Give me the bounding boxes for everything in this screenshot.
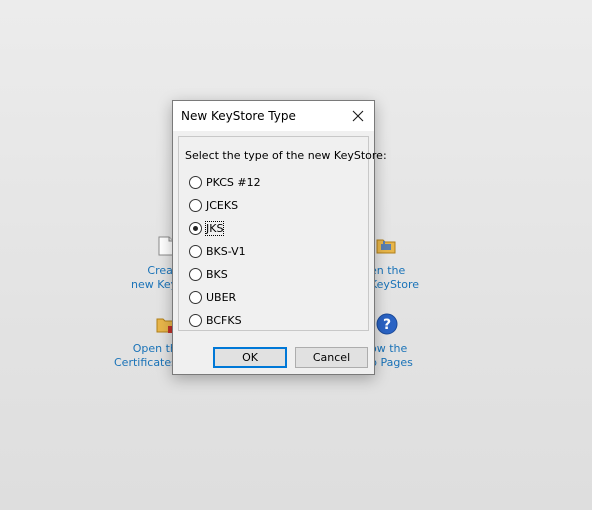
radio-button-selected[interactable] (189, 222, 202, 235)
show-help-link-line1: ow the (370, 342, 408, 355)
radio-label: UBER (206, 291, 237, 304)
create-keystore-link[interactable]: Creat new Key (131, 264, 177, 292)
radio-button[interactable] (189, 314, 202, 327)
radio-label: BKS-V1 (206, 245, 246, 258)
keystore-type-group: Select the type of the new KeyStore: PKC… (178, 136, 387, 332)
radio-label: BCFKS (206, 314, 242, 327)
dialog-titlebar[interactable]: New KeyStore Type (173, 101, 374, 131)
radio-option-bks-v1[interactable]: BKS-V1 (189, 240, 261, 263)
create-keystore-link-line2: new Key (131, 278, 178, 291)
show-help-link-line2: p Pages (370, 356, 413, 369)
radio-option-jceks[interactable]: JCEKS (189, 194, 261, 217)
radio-button[interactable] (189, 291, 202, 304)
open-certificates-link[interactable]: Open th Certificates (114, 342, 177, 370)
radio-option-bcfks[interactable]: BCFKS (189, 309, 261, 332)
radio-button[interactable] (189, 199, 202, 212)
svg-text:?: ? (383, 317, 391, 333)
help-icon[interactable]: ? (376, 313, 398, 335)
close-icon (352, 110, 364, 122)
dialog-title: New KeyStore Type (181, 109, 296, 123)
create-keystore-link-line1: Creat (147, 264, 178, 277)
radio-button[interactable] (189, 176, 202, 189)
close-button[interactable] (342, 101, 374, 131)
radio-label: BKS (206, 268, 228, 281)
radio-button[interactable] (189, 268, 202, 281)
radio-option-uber[interactable]: UBER (189, 286, 261, 309)
radio-button[interactable] (189, 245, 202, 258)
open-keystore-link-line2: KeyStore (370, 278, 420, 291)
open-certificates-link-line1: Open th (132, 342, 177, 355)
radio-option-jks[interactable]: JKS (189, 217, 261, 240)
open-certificates-link-line2: Certificates (114, 356, 177, 369)
radio-label: JCEKS (206, 199, 239, 212)
ok-button[interactable]: OK (213, 347, 287, 368)
radio-label: PKCS #12 (206, 176, 261, 189)
show-help-link[interactable]: ow the p Pages (370, 342, 413, 370)
new-keystore-type-dialog: New KeyStore Type Select the type of the… (172, 100, 387, 375)
radio-label: JKS (204, 221, 225, 236)
cancel-button[interactable]: Cancel (295, 347, 368, 368)
radio-option-bks[interactable]: BKS (189, 263, 261, 286)
open-keystore-link-line1: en the (370, 264, 406, 277)
open-folder-icon[interactable] (376, 236, 396, 254)
keystore-type-options: PKCS #12 JCEKS JKS BKS-V1 BKS UBER BCFKS (189, 171, 261, 332)
open-keystore-link[interactable]: en the KeyStore (370, 264, 419, 292)
radio-option-pkcs12[interactable]: PKCS #12 (189, 171, 261, 194)
keystore-type-prompt: Select the type of the new KeyStore: (185, 149, 387, 162)
